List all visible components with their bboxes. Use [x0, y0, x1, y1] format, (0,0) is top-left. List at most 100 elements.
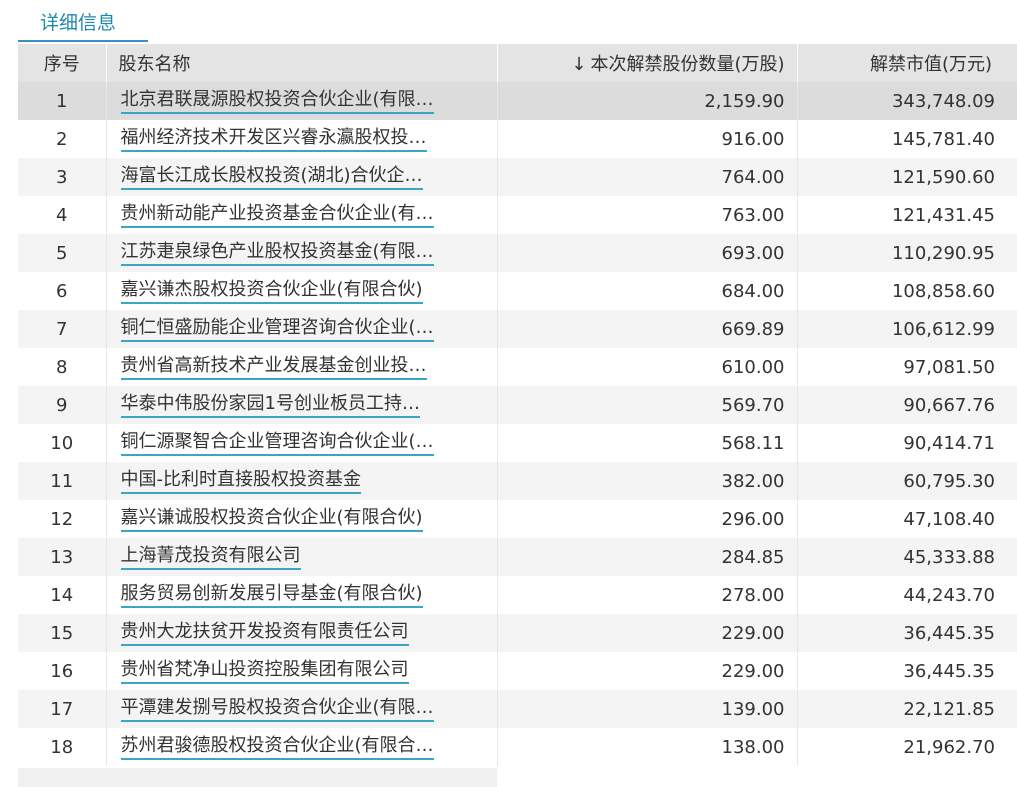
row-index: 9: [18, 386, 107, 424]
holder-name-link[interactable]: 嘉兴谦杰股权投资合伙企业(有限合伙): [120, 278, 423, 304]
row-holder-cell: 苏州君骏德股权投资合伙企业(有限合…: [106, 728, 498, 766]
holder-name-link[interactable]: 嘉兴谦诚股权投资合伙企业(有限合伙): [120, 506, 423, 532]
holder-name-link[interactable]: 平潭建发捌号股权投资合伙企业(有限…: [120, 696, 434, 722]
table-row[interactable]: 11 中国-比利时直接股权投资基金 382.00 60,795.30: [18, 462, 1017, 500]
header-unlock-value[interactable]: 解禁市值(万元): [797, 44, 1017, 82]
row-index: 11: [18, 462, 107, 500]
header-unlock-quantity-label: 本次解禁股份数量(万股): [590, 54, 785, 75]
row-unlock-quantity: 382.00: [497, 462, 798, 500]
holder-name-link[interactable]: 铜仁源聚智合企业管理咨询合伙企业(…: [120, 430, 434, 456]
row-unlock-quantity: 763.00: [497, 196, 798, 234]
holder-name-link[interactable]: 上海菁茂投资有限公司: [120, 544, 301, 570]
row-unlock-value: 36,445.35: [797, 652, 1017, 690]
row-unlock-value: 21,962.70: [797, 728, 1017, 766]
table-row[interactable]: 8 贵州省高新技术产业发展基金创业投… 610.00 97,081.50: [18, 348, 1017, 386]
row-unlock-quantity: 284.85: [497, 538, 798, 576]
row-index: 3: [18, 158, 107, 196]
holder-name-link[interactable]: 中国-比利时直接股权投资基金: [120, 468, 361, 494]
holder-name-link[interactable]: 服务贸易创新发展引导基金(有限合伙): [120, 582, 423, 608]
table-row[interactable]: 14 服务贸易创新发展引导基金(有限合伙) 278.00 44,243.70: [18, 576, 1017, 614]
row-holder-cell: 铜仁恒盛励能企业管理咨询合伙企业(…: [106, 310, 498, 348]
row-holder-cell: 嘉兴谦诚股权投资合伙企业(有限合伙): [106, 500, 498, 538]
row-holder-cell: 福州经济技术开发区兴睿永瀛股权投…: [106, 120, 498, 158]
row-unlock-quantity: 684.00: [497, 272, 798, 310]
table-row[interactable]: 12 嘉兴谦诚股权投资合伙企业(有限合伙) 296.00 47,108.40: [18, 500, 1017, 538]
row-unlock-quantity: 916.00: [497, 120, 798, 158]
holder-name-link[interactable]: 华泰中伟股份家园1号创业板员工持…: [120, 392, 420, 418]
header-holder-name[interactable]: 股东名称: [106, 44, 498, 82]
holder-name-link[interactable]: 贵州省高新技术产业发展基金创业投…: [120, 354, 427, 380]
row-unlock-quantity: 139.00: [497, 690, 798, 728]
header-unlock-quantity[interactable]: ↓ 本次解禁股份数量(万股): [497, 44, 798, 82]
row-holder-cell: 上海菁茂投资有限公司: [106, 538, 498, 576]
row-holder-cell: 中国-比利时直接股权投资基金: [106, 462, 498, 500]
tab-bar: 详细信息: [0, 0, 1017, 44]
holder-name-link[interactable]: 贵州省梵净山投资控股集团有限公司: [120, 658, 409, 684]
row-unlock-value: 343,748.09: [797, 82, 1017, 120]
table-body: 1 北京君联晟源股权投资合伙企业(有限… 2,159.90 343,748.09 2 福州…: [18, 82, 1017, 766]
row-holder-cell: 平潭建发捌号股权投资合伙企业(有限…: [106, 690, 498, 728]
holder-name-link[interactable]: 海富长江成长股权投资(湖北)合伙企…: [120, 164, 423, 190]
table-row[interactable]: 1 北京君联晟源股权投资合伙企业(有限… 2,159.90 343,748.09: [18, 82, 1017, 120]
row-holder-cell: 贵州省高新技术产业发展基金创业投…: [106, 348, 498, 386]
row-holder-cell: 服务贸易创新发展引导基金(有限合伙): [106, 576, 498, 614]
row-index: 13: [18, 538, 107, 576]
row-unlock-value: 106,612.99: [797, 310, 1017, 348]
row-unlock-quantity: 138.00: [497, 728, 798, 766]
row-unlock-quantity: 296.00: [497, 500, 798, 538]
row-unlock-quantity: 693.00: [497, 234, 798, 272]
row-unlock-value: 90,414.71: [797, 424, 1017, 462]
header-index[interactable]: 序号: [18, 44, 107, 82]
row-unlock-value: 22,121.85: [797, 690, 1017, 728]
row-unlock-quantity: 229.00: [497, 614, 798, 652]
table-row[interactable]: 2 福州经济技术开发区兴睿永瀛股权投… 916.00 145,781.40: [18, 120, 1017, 158]
row-unlock-value: 36,445.35: [797, 614, 1017, 652]
row-holder-cell: 嘉兴谦杰股权投资合伙企业(有限合伙): [106, 272, 498, 310]
row-holder-cell: 江苏疌泉绿色产业股权投资基金(有限…: [106, 234, 498, 272]
table-row[interactable]: 17 平潭建发捌号股权投资合伙企业(有限… 139.00 22,121.85: [18, 690, 1017, 728]
tab-detail-info[interactable]: 详细信息: [18, 0, 148, 42]
holder-name-link[interactable]: 苏州君骏德股权投资合伙企业(有限合…: [120, 734, 434, 760]
row-unlock-value: 121,431.45: [797, 196, 1017, 234]
table-row[interactable]: 16 贵州省梵净山投资控股集团有限公司 229.00 36,445.35: [18, 652, 1017, 690]
row-unlock-value: 60,795.30: [797, 462, 1017, 500]
row-unlock-quantity: 229.00: [497, 652, 798, 690]
table-row[interactable]: 9 华泰中伟股份家园1号创业板员工持… 569.70 90,667.76: [18, 386, 1017, 424]
table-row[interactable]: 15 贵州大龙扶贫开发投资有限责任公司 229.00 36,445.35: [18, 614, 1017, 652]
header-row: 序号 股东名称 ↓ 本次解禁股份数量(万股) 解禁市值(万元): [18, 44, 1017, 82]
row-index: 10: [18, 424, 107, 462]
row-index: 15: [18, 614, 107, 652]
row-unlock-quantity: 569.70: [497, 386, 798, 424]
arrow-down-icon: ↓: [571, 54, 587, 75]
row-index: 5: [18, 234, 107, 272]
holder-name-link[interactable]: 福州经济技术开发区兴睿永瀛股权投…: [120, 126, 427, 152]
tab-detail-info-label: 详细信息: [40, 12, 117, 34]
row-holder-cell: 贵州省梵净山投资控股集团有限公司: [106, 652, 498, 690]
unlock-holders-table: 序号 股东名称 ↓ 本次解禁股份数量(万股) 解禁市值(万元) 1 北京君联晟源股权…: [18, 44, 1017, 766]
table-row[interactable]: 3 海富长江成长股权投资(湖北)合伙企… 764.00 121,590.60: [18, 158, 1017, 196]
holder-name-link[interactable]: 铜仁恒盛励能企业管理咨询合伙企业(…: [120, 316, 434, 342]
row-index: 8: [18, 348, 107, 386]
row-unlock-value: 108,858.60: [797, 272, 1017, 310]
horizontal-scrollbar-track[interactable]: [18, 768, 497, 787]
table-row[interactable]: 18 苏州君骏德股权投资合伙企业(有限合… 138.00 21,962.70: [18, 728, 1017, 766]
row-unlock-quantity: 278.00: [497, 576, 798, 614]
row-unlock-quantity: 568.11: [497, 424, 798, 462]
table-row[interactable]: 10 铜仁源聚智合企业管理咨询合伙企业(… 568.11 90,414.71: [18, 424, 1017, 462]
row-unlock-value: 44,243.70: [797, 576, 1017, 614]
row-index: 17: [18, 690, 107, 728]
row-index: 7: [18, 310, 107, 348]
holder-name-link[interactable]: 江苏疌泉绿色产业股权投资基金(有限…: [120, 240, 434, 266]
row-holder-cell: 贵州大龙扶贫开发投资有限责任公司: [106, 614, 498, 652]
table-row[interactable]: 5 江苏疌泉绿色产业股权投资基金(有限… 693.00 110,290.95: [18, 234, 1017, 272]
table-row[interactable]: 4 贵州新动能产业投资基金合伙企业(有… 763.00 121,431.45: [18, 196, 1017, 234]
table-row[interactable]: 7 铜仁恒盛励能企业管理咨询合伙企业(… 669.89 106,612.99: [18, 310, 1017, 348]
table-row[interactable]: 6 嘉兴谦杰股权投资合伙企业(有限合伙) 684.00 108,858.60: [18, 272, 1017, 310]
holder-name-link[interactable]: 北京君联晟源股权投资合伙企业(有限…: [120, 88, 434, 114]
holder-name-link[interactable]: 贵州大龙扶贫开发投资有限责任公司: [120, 620, 409, 646]
row-unlock-value: 97,081.50: [797, 348, 1017, 386]
holder-name-link[interactable]: 贵州新动能产业投资基金合伙企业(有…: [120, 202, 434, 228]
row-unlock-value: 47,108.40: [797, 500, 1017, 538]
row-unlock-value: 45,333.88: [797, 538, 1017, 576]
table-row[interactable]: 13 上海菁茂投资有限公司 284.85 45,333.88: [18, 538, 1017, 576]
